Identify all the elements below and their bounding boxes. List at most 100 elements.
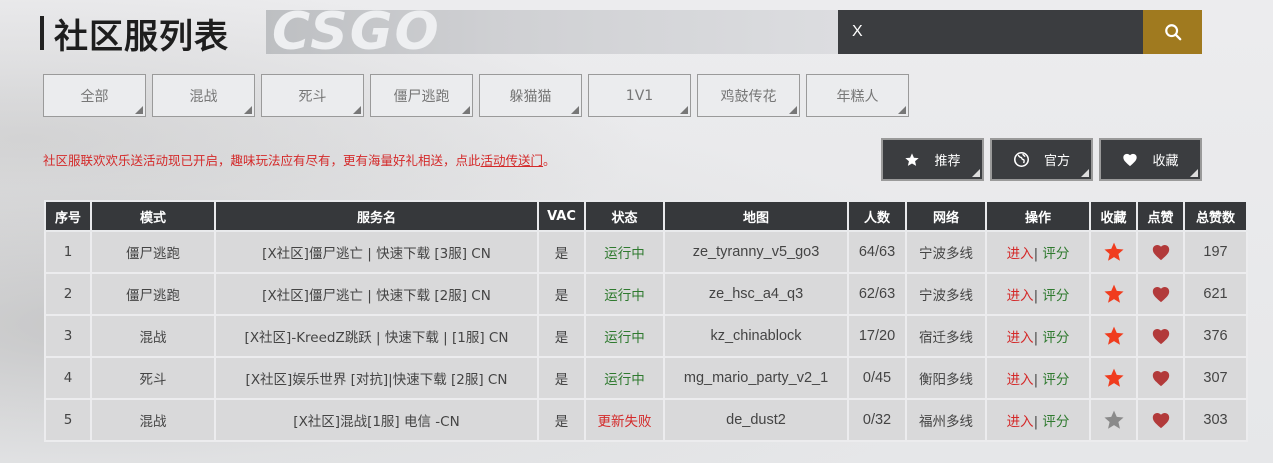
cell-like (1136, 272, 1185, 316)
search-input[interactable] (838, 10, 1143, 54)
favorite-star-icon[interactable] (1103, 283, 1125, 305)
enter-server-link[interactable]: 进入 (1007, 414, 1034, 430)
rate-server-link[interactable]: 评分 (1042, 414, 1069, 430)
tab-hide-and-seek[interactable]: 躲猫猫 (479, 74, 582, 117)
cell-vac: 是 (537, 398, 586, 442)
cell-map: de_dust2 (663, 398, 849, 442)
server-table: 序号 模式 服务名 VAC 状态 地图 人数 网络 操作 收藏 点赞 总赞数 1… (44, 200, 1248, 442)
cell-players: 0/45 (847, 356, 907, 400)
csgo-logo: CSGO (272, 2, 441, 62)
star-icon (904, 152, 920, 168)
cell-index: 2 (44, 272, 92, 316)
tab-niangao[interactable]: 年糕人 (806, 74, 909, 117)
favorite-star-icon[interactable] (1103, 325, 1125, 347)
action-separator: | (1033, 288, 1039, 304)
cell-mode: 僵尸逃跑 (90, 272, 216, 316)
cell-favorite (1089, 272, 1138, 316)
cell-actions: 进入| 评分 (985, 230, 1091, 274)
favorite-star-icon[interactable] (1103, 241, 1125, 263)
cell-actions: 进入| 评分 (985, 356, 1091, 400)
like-heart-icon[interactable] (1151, 285, 1171, 303)
cell-favorite (1089, 230, 1138, 274)
tab-deathmatch[interactable]: 死斗 (261, 74, 364, 117)
col-header-players[interactable]: 人数 (847, 200, 907, 232)
cell-players: 17/20 (847, 314, 907, 358)
col-header-mode[interactable]: 模式 (90, 200, 216, 232)
table-row[interactable]: 1 僵尸逃跑 [X社区]僵尸逃亡 | 快速下载 [3服] CN 是运行中 ze_tyra… (44, 230, 1248, 274)
cell-server-name: [X社区]-KreedZ跳跃 | 快速下载 | [1服] CN (214, 314, 539, 358)
official-button[interactable]: 官方 (990, 138, 1093, 181)
cell-server-name: [X社区]娱乐世界 [对抗]|快速下载 [2服] CN (214, 356, 539, 400)
cell-mode: 死斗 (90, 356, 216, 400)
tab-zombie-escape[interactable]: 僵尸逃跑 (370, 74, 473, 117)
enter-server-link[interactable]: 进入 (1007, 246, 1034, 262)
cell-total-likes: 307 (1183, 356, 1248, 400)
col-header-favorite: 收藏 (1089, 200, 1138, 232)
cell-status: 运行中 (584, 314, 665, 358)
tab-melee[interactable]: 混战 (152, 74, 255, 117)
page: 社区服列表 CSGO 全部 混战 死斗 僵尸逃跑 躲猫猫 1V1 鸡鼓传花 年糕… (0, 0, 1273, 463)
col-header-network[interactable]: 网络 (905, 200, 987, 232)
col-header-vac[interactable]: VAC (537, 200, 586, 232)
enter-server-link[interactable]: 进入 (1007, 288, 1034, 304)
rate-server-link[interactable]: 评分 (1042, 330, 1069, 346)
table-row[interactable]: 4 死斗 [X社区]娱乐世界 [对抗]|快速下载 [2服] CN 是运行中 mg_mar… (44, 356, 1248, 400)
rate-server-link[interactable]: 评分 (1042, 246, 1069, 262)
table-row[interactable]: 5 混战 [X社区]混战[1服] 电信 -CN 是更新失败 de_dust2 0/32 福州… (44, 398, 1248, 442)
col-header-map[interactable]: 地图 (663, 200, 849, 232)
col-header-server-name[interactable]: 服务名 (214, 200, 539, 232)
enter-server-link[interactable]: 进入 (1007, 330, 1034, 346)
col-header-index[interactable]: 序号 (44, 200, 92, 232)
cell-vac: 是 (537, 272, 586, 316)
table-header-row: 序号 模式 服务名 VAC 状态 地图 人数 网络 操作 收藏 点赞 总赞数 (44, 200, 1248, 232)
like-heart-icon[interactable] (1151, 243, 1171, 261)
cell-index: 1 (44, 230, 92, 274)
mode-filter-tabs: 全部 混战 死斗 僵尸逃跑 躲猫猫 1V1 鸡鼓传花 年糕人 (43, 74, 915, 117)
like-heart-icon[interactable] (1151, 411, 1171, 429)
cell-status: 运行中 (584, 230, 665, 274)
cell-server-name: [X社区]混战[1服] 电信 -CN (214, 398, 539, 442)
cell-like (1136, 356, 1185, 400)
cell-map: mg_mario_party_v2_1 (663, 356, 849, 400)
table-row[interactable]: 2 僵尸逃跑 [X社区]僵尸逃亡 | 快速下载 [2服] CN 是运行中 ze_hsc_… (44, 272, 1248, 316)
like-heart-icon[interactable] (1151, 327, 1171, 345)
rate-server-link[interactable]: 评分 (1042, 372, 1069, 388)
cell-map: kz_chinablock (663, 314, 849, 358)
cell-server-name: [X社区]僵尸逃亡 | 快速下载 [3服] CN (214, 230, 539, 274)
cell-total-likes: 303 (1183, 398, 1248, 442)
cell-server-name: [X社区]僵尸逃亡 | 快速下载 [2服] CN (214, 272, 539, 316)
cell-vac: 是 (537, 314, 586, 358)
table-row[interactable]: 3 混战 [X社区]-KreedZ跳跃 | 快速下载 | [1服] CN 是运行中 kz… (44, 314, 1248, 358)
cell-index: 5 (44, 398, 92, 442)
recommend-button[interactable]: 推荐 (881, 138, 984, 181)
tab-1v1[interactable]: 1V1 (588, 74, 691, 117)
tab-pass-the-chicken[interactable]: 鸡鼓传花 (697, 74, 800, 117)
enter-server-link[interactable]: 进入 (1007, 372, 1034, 388)
search-button[interactable] (1143, 10, 1202, 54)
cell-total-likes: 621 (1183, 272, 1248, 316)
action-separator: | (1033, 372, 1039, 388)
favorite-star-icon[interactable] (1103, 367, 1125, 389)
title-accent-bar (40, 16, 44, 50)
favorites-button[interactable]: 收藏 (1099, 138, 1202, 181)
action-separator: | (1033, 246, 1039, 262)
rate-server-link[interactable]: 评分 (1042, 288, 1069, 304)
tab-all[interactable]: 全部 (43, 74, 146, 117)
event-portal-link[interactable]: 活动传送门 (481, 153, 544, 168)
col-header-total-likes[interactable]: 总赞数 (1183, 200, 1248, 232)
page-title: 社区服列表 (54, 16, 229, 57)
cell-network: 宿迁多线 (905, 314, 987, 358)
favorite-star-icon[interactable] (1103, 409, 1125, 431)
cell-favorite (1089, 356, 1138, 400)
col-header-status[interactable]: 状态 (584, 200, 665, 232)
cell-players: 0/32 (847, 398, 907, 442)
cell-network: 福州多线 (905, 398, 987, 442)
action-separator: | (1033, 330, 1039, 346)
cell-favorite (1089, 314, 1138, 358)
globe-icon (1013, 151, 1030, 168)
cell-status: 更新失败 (584, 398, 665, 442)
cell-mode: 僵尸逃跑 (90, 230, 216, 274)
cell-like (1136, 314, 1185, 358)
like-heart-icon[interactable] (1151, 369, 1171, 387)
cell-mode: 混战 (90, 398, 216, 442)
